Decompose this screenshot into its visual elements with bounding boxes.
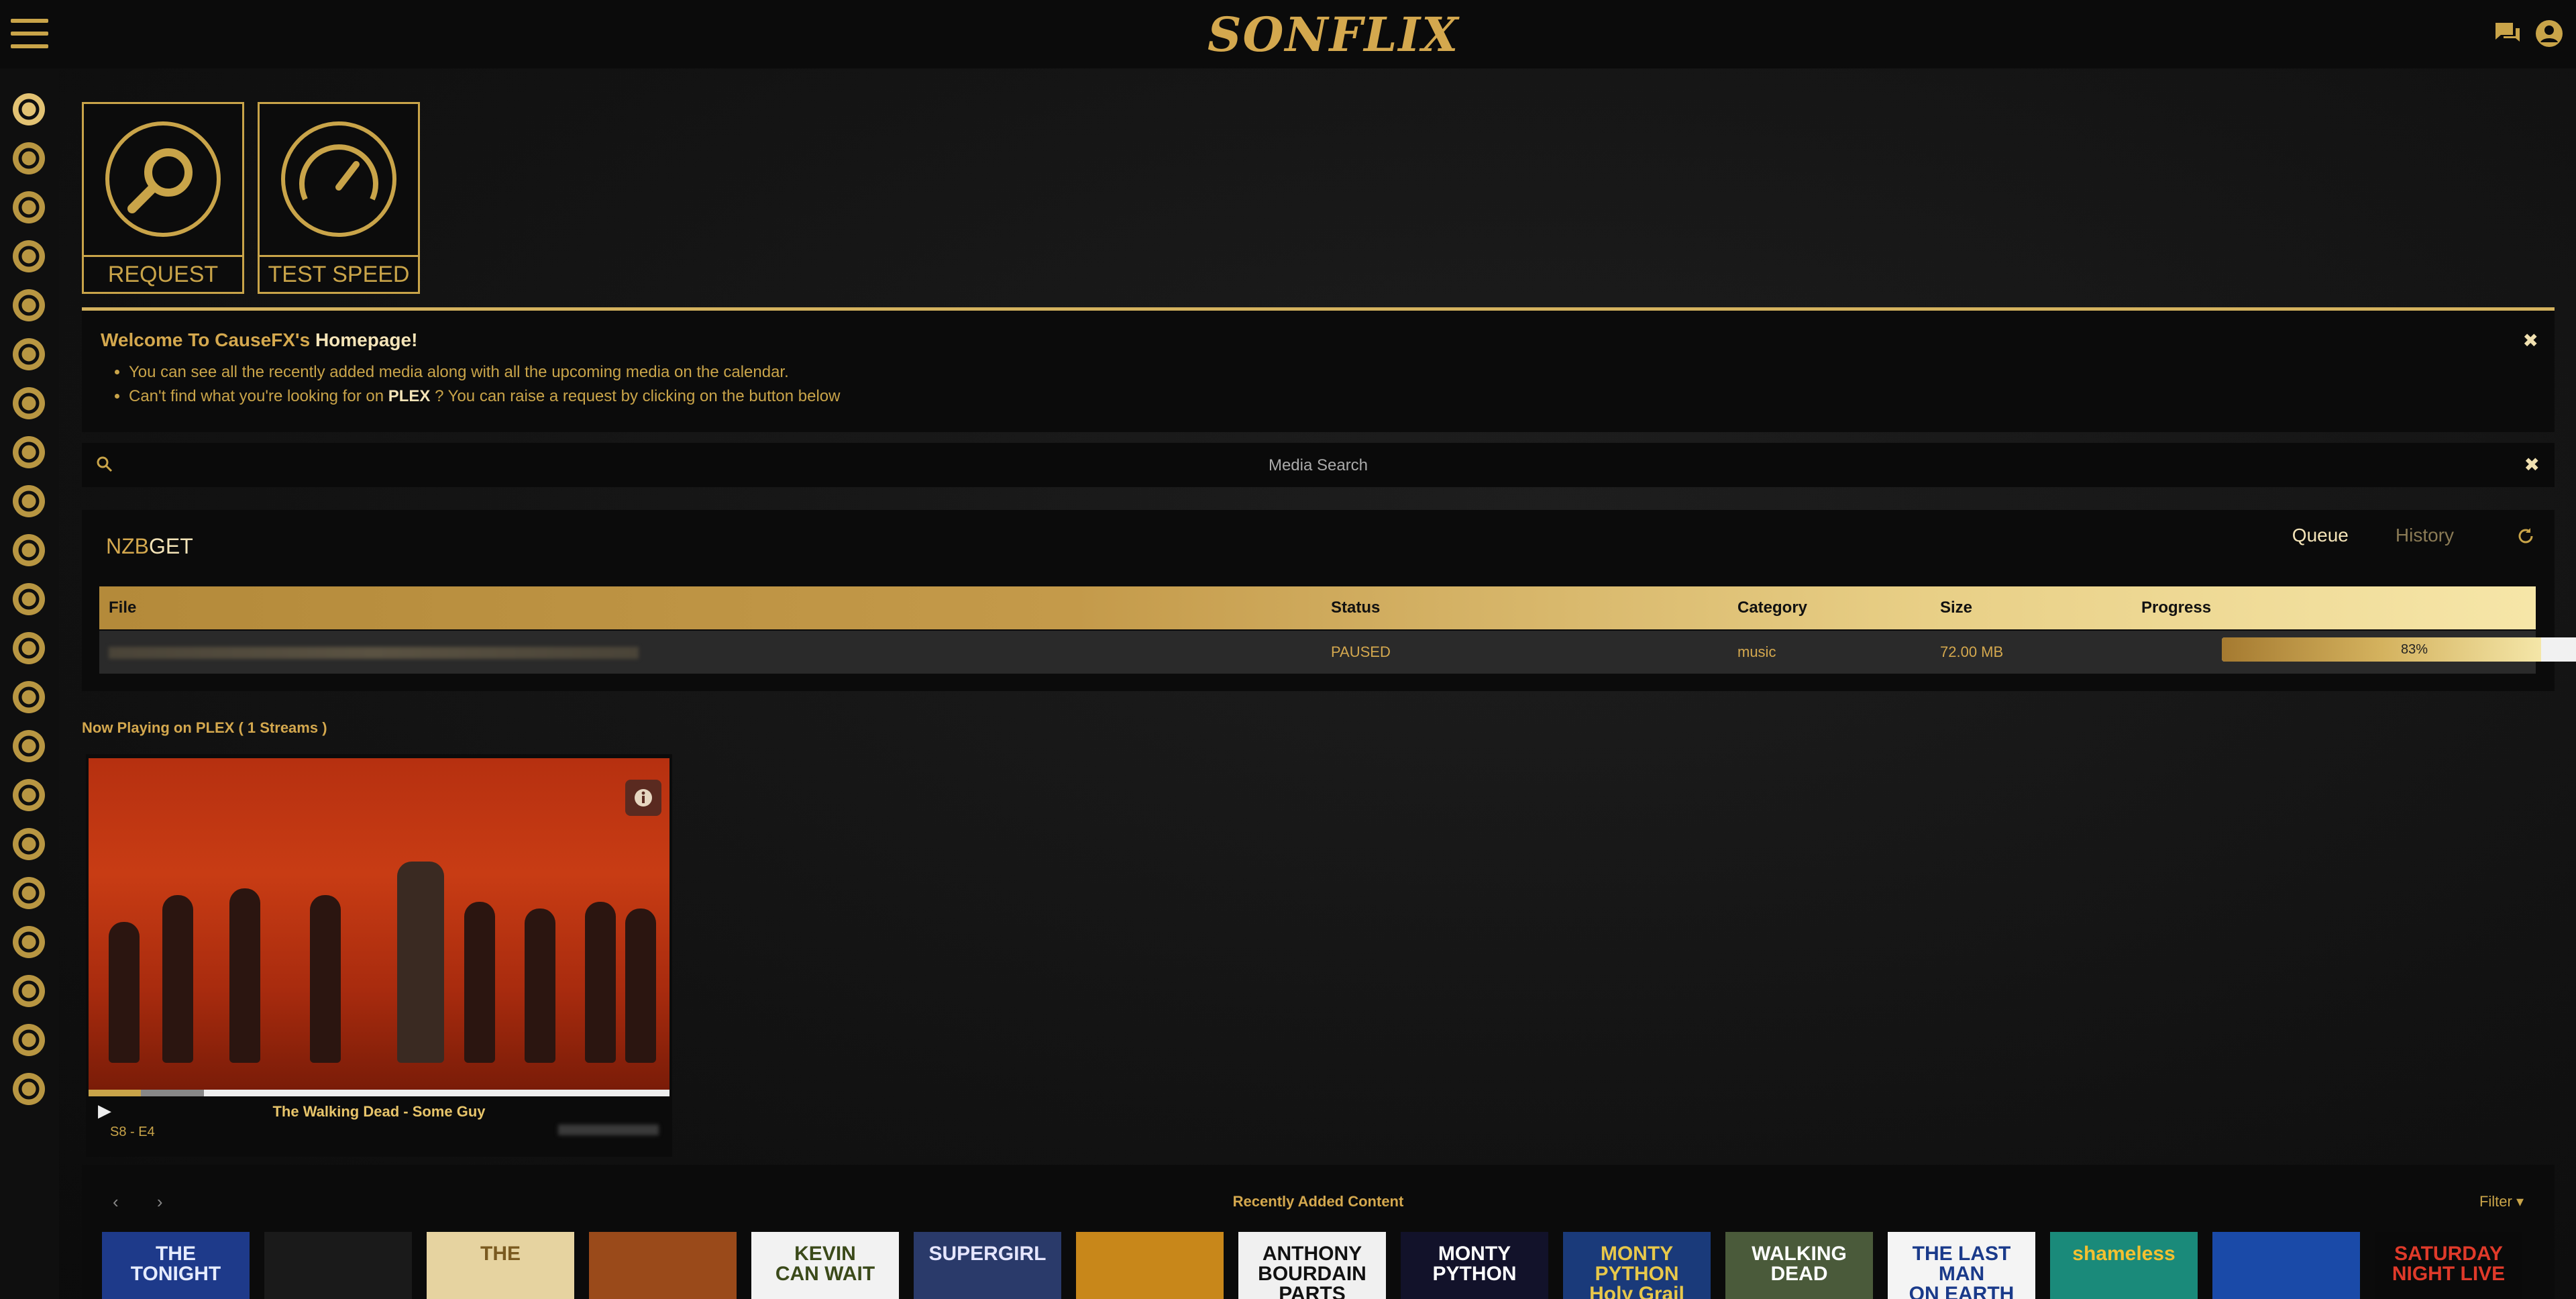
playback-progress-fill — [89, 1090, 141, 1096]
sidebar-forward-icon[interactable] — [8, 676, 50, 718]
welcome-close-icon[interactable]: ✖ — [2523, 329, 2538, 352]
sidebar-search-icon[interactable] — [8, 138, 50, 179]
hamburger-menu-icon[interactable] — [11, 19, 48, 48]
column-category[interactable]: Category — [1737, 586, 1807, 629]
sidebar-book-icon[interactable] — [8, 725, 50, 767]
table-row[interactable]: PAUSED music 72.00 MB 83% — [99, 631, 2576, 674]
recent-thumbnail[interactable]: THE — [427, 1232, 574, 1299]
filter-dropdown[interactable]: Filter ▾ — [2479, 1193, 2524, 1210]
sidebar-layers-icon[interactable] — [8, 627, 50, 669]
progress-label: 83% — [2400, 642, 2428, 657]
test-speed-tile-label: TEST SPEED — [260, 255, 418, 292]
now-playing-user-blurred — [558, 1125, 659, 1135]
queue-table-header: File Status Category Size Progress — [99, 586, 2536, 629]
column-file[interactable]: File — [109, 586, 136, 629]
recently-added-panel: ‹ › Recently Added Content Filter ▾ THE … — [82, 1165, 2555, 1299]
welcome-line-2: Can't find what you're looking for on PL… — [129, 384, 840, 409]
recent-thumbnail[interactable]: THE TONIGHT — [102, 1232, 250, 1299]
recent-thumbnail[interactable] — [264, 1232, 412, 1299]
sidebar-radar-icon[interactable] — [8, 529, 50, 571]
info-icon[interactable] — [625, 780, 661, 816]
file-name-blurred — [109, 647, 639, 659]
sidebar-circle-icon[interactable] — [8, 187, 50, 228]
poster-figure — [310, 895, 341, 1063]
search-close-icon[interactable]: ✖ — [2524, 454, 2540, 476]
playback-progress-bar[interactable] — [89, 1090, 669, 1096]
poster-figure — [525, 908, 555, 1063]
playback-buffer-fill — [141, 1090, 204, 1096]
recent-thumbnail[interactable]: THE LAST MAN ON EARTH — [1888, 1232, 2035, 1299]
poster-figure — [625, 908, 656, 1063]
tab-history[interactable]: History — [2396, 525, 2454, 546]
recent-thumbnail[interactable] — [589, 1232, 737, 1299]
poster-figure — [464, 902, 495, 1063]
request-tile-label: REQUEST — [84, 255, 242, 292]
poster-figure — [397, 862, 444, 1063]
now-playing-title: Now Playing on PLEX ( 1 Streams ) — [82, 719, 327, 736]
sidebar-server-icon[interactable] — [8, 578, 50, 620]
column-status[interactable]: Status — [1331, 586, 1380, 629]
now-playing-show: The Walking Dead - Some Guy — [272, 1103, 486, 1120]
recent-thumbnail[interactable]: KEVIN CAN WAIT — [751, 1232, 899, 1299]
sidebar-library-icon[interactable] — [8, 382, 50, 424]
recent-thumbnail[interactable]: MONTY PYTHON — [1401, 1232, 1548, 1299]
app-logo[interactable]: SONFLIX — [1208, 9, 1458, 60]
sidebar-settings-icon[interactable] — [8, 1068, 50, 1110]
test-speed-tile[interactable]: TEST SPEED — [258, 102, 420, 294]
recent-thumbnail[interactable] — [2212, 1232, 2360, 1299]
welcome-title: Welcome To CauseFX's Homepage! — [101, 329, 418, 350]
recent-thumbnail[interactable]: WALKING DEAD — [1725, 1232, 1873, 1299]
request-tile[interactable]: REQUEST — [82, 102, 244, 294]
poster-figure — [109, 922, 140, 1063]
sidebar-gamepad-icon[interactable] — [8, 284, 50, 326]
recent-thumbnail[interactable] — [1076, 1232, 1224, 1299]
now-playing-poster[interactable] — [89, 758, 669, 1090]
now-playing-card[interactable]: ▶ The Walking Dead - Some Guy S8 - E4 — [86, 754, 672, 1157]
column-size[interactable]: Size — [1940, 586, 1972, 629]
sidebar-fish-icon[interactable] — [8, 774, 50, 816]
row-category: music — [1737, 643, 1776, 660]
column-progress[interactable]: Progress — [2141, 586, 2211, 629]
sidebar-headphones-icon[interactable] — [8, 333, 50, 375]
recently-added-title: Recently Added Content — [1232, 1193, 1404, 1210]
recent-thumbnail[interactable]: SUPERGIRL — [914, 1232, 1061, 1299]
poster-figure — [585, 902, 616, 1063]
poster-figure — [162, 895, 193, 1063]
welcome-list: You can see all the recently added media… — [106, 360, 840, 409]
welcome-panel: Welcome To CauseFX's Homepage! You can s… — [82, 307, 2555, 432]
media-search-bar[interactable]: Media Search ✖ — [82, 443, 2555, 487]
user-account-icon[interactable] — [2534, 19, 2564, 48]
recent-thumbnail[interactable]: ANTHONY BOURDAIN PARTS — [1238, 1232, 1386, 1299]
top-bar: SONFLIX — [0, 0, 2576, 68]
sidebar-home-icon[interactable] — [8, 89, 50, 130]
sidebar-ship-icon[interactable] — [8, 1019, 50, 1061]
row-status: PAUSED — [1331, 643, 1391, 660]
search-icon — [105, 121, 221, 237]
welcome-line-1: You can see all the recently added media… — [129, 360, 840, 384]
poster-figure — [229, 888, 260, 1063]
media-search-input[interactable]: Media Search — [82, 456, 2555, 475]
tab-queue[interactable]: Queue — [2292, 525, 2349, 546]
chat-icon[interactable] — [2493, 19, 2522, 48]
row-size: 72.00 MB — [1940, 643, 2004, 660]
now-playing-episode: S8 - E4 — [110, 1125, 155, 1139]
recent-thumbnail[interactable]: MONTY PYTHON Holy Grail — [1563, 1232, 1711, 1299]
refresh-icon[interactable] — [2516, 526, 2536, 550]
sidebar-stack-icon[interactable] — [8, 823, 50, 865]
sidebar-octopus-icon[interactable] — [8, 431, 50, 473]
sidebar-cloud-icon[interactable] — [8, 872, 50, 914]
recent-thumbnail[interactable]: shameless — [2050, 1232, 2198, 1299]
progress-bar: 83% — [2222, 637, 2576, 662]
nzbget-title: NZBGET — [106, 534, 193, 558]
sidebar — [0, 68, 59, 1299]
sidebar-code-icon[interactable] — [8, 970, 50, 1012]
sidebar-download-icon[interactable] — [8, 480, 50, 522]
recent-thumbnail[interactable]: SATURDAY NIGHT LIVE — [2375, 1232, 2522, 1299]
nzbget-panel: NZBGET Queue History File Status Categor… — [82, 510, 2576, 691]
sidebar-target-icon[interactable] — [8, 236, 50, 277]
sidebar-vault-icon[interactable] — [8, 921, 50, 963]
speedometer-icon — [281, 121, 396, 237]
